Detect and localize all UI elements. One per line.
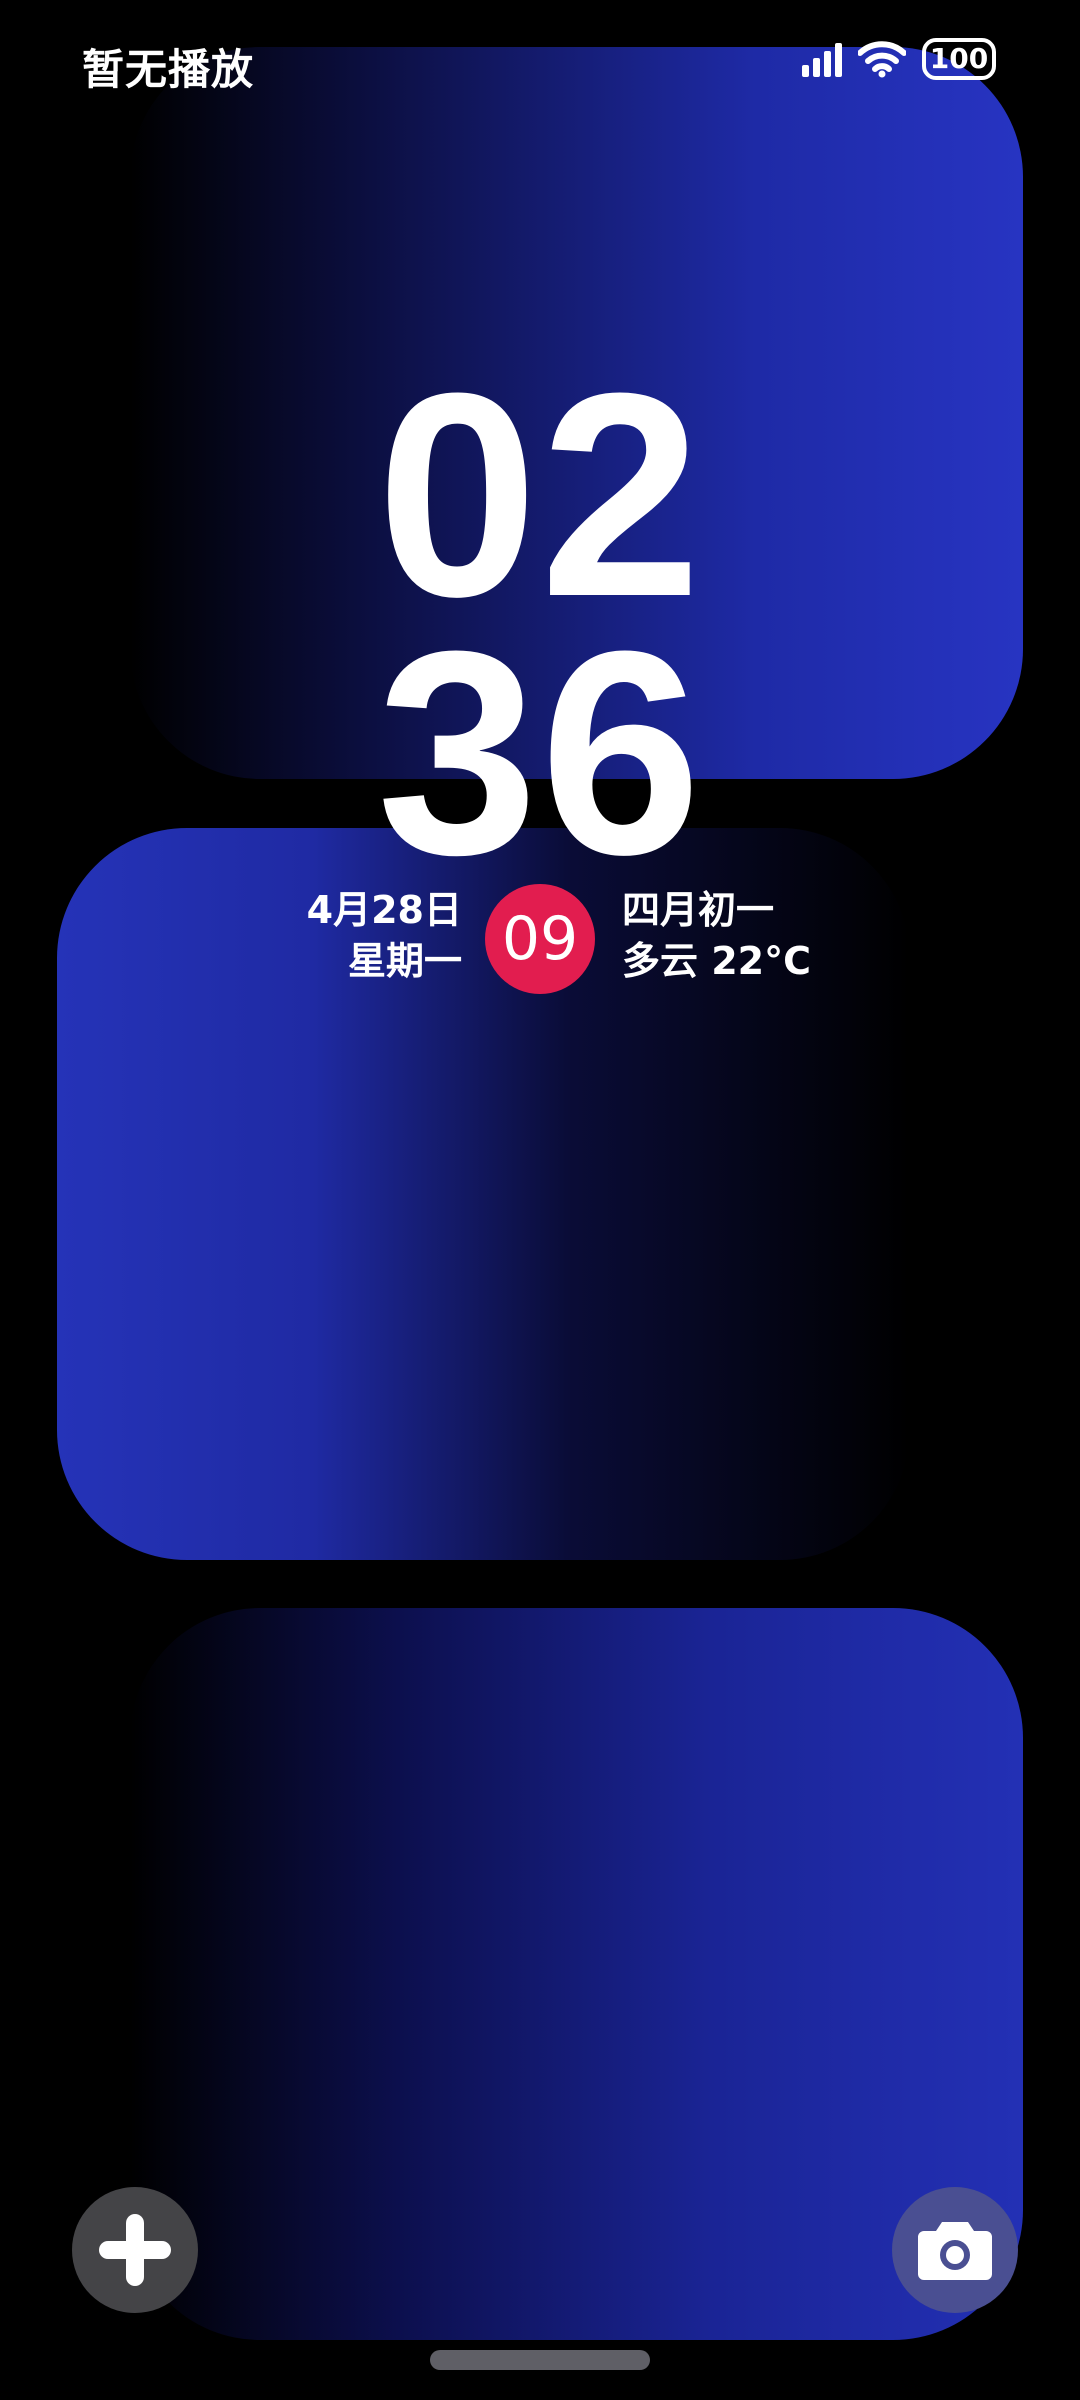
wallpaper-panel-bottom [130,1608,1023,2340]
weather-text: 多云 22°C [622,939,811,983]
date-info: 4月28日 星期一 [307,885,462,987]
battery-level: 100 [929,42,989,75]
signal-bars-icon [802,41,842,77]
date-badge-number: 09 [501,904,579,974]
weekday-text: 星期一 [347,939,462,983]
date-badge: 09 [485,884,595,994]
media-status-text[interactable]: 暂无播放 [82,36,254,97]
battery-icon: 100 [922,38,996,80]
status-icons: 100 [802,36,996,82]
camera-icon [918,2222,992,2280]
home-indicator[interactable] [430,2350,650,2370]
add-shortcut-button[interactable] [72,2187,198,2313]
lunar-date-text: 四月初一 [622,888,775,932]
camera-shortcut-button[interactable] [892,2187,1018,2313]
wifi-icon [858,41,906,78]
date-text: 4月28日 [306,888,462,932]
plus-icon [99,2214,171,2286]
clock-minute[interactable]: 36 [0,608,1080,898]
lunar-weather-info: 四月初一 多云 22°C [622,885,811,987]
